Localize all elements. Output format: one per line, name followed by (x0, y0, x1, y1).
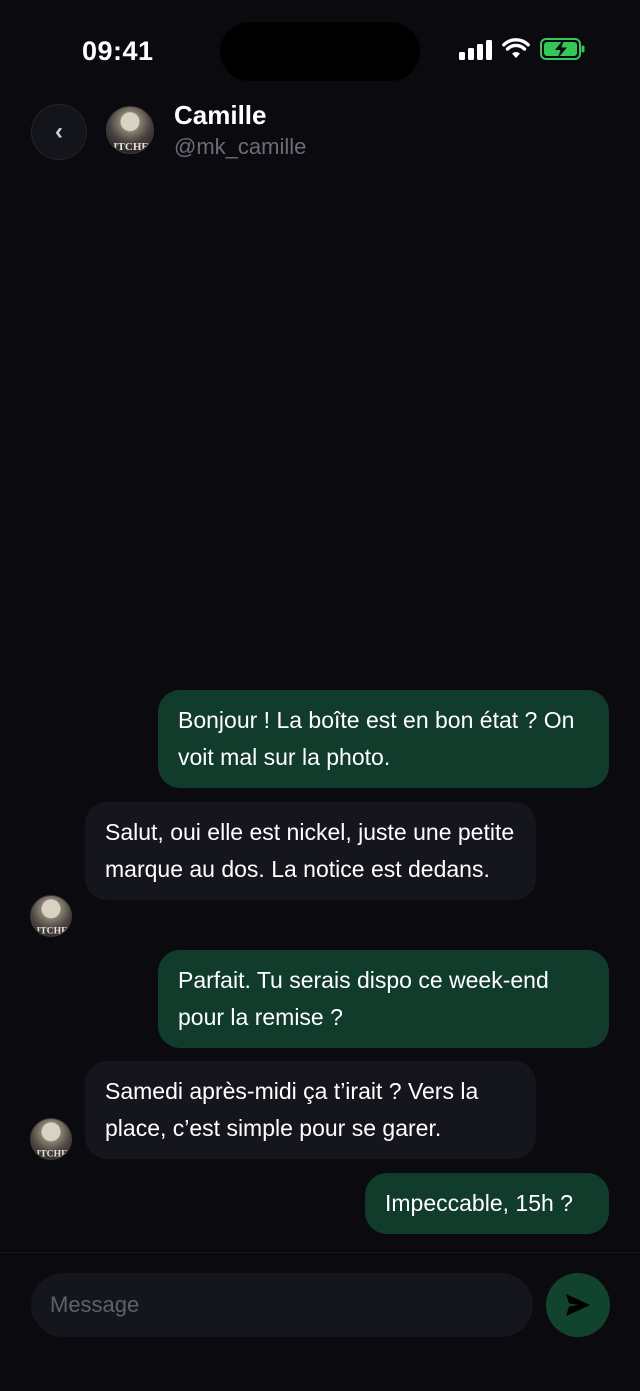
contact-handle: @mk_camille (174, 134, 307, 159)
avatar-image: ITCHE (37, 1149, 68, 1160)
status-bar: 09:41 (0, 0, 640, 100)
message-text: Bonjour ! La boîte est en bon état ? On … (178, 707, 575, 770)
chevron-left-icon: ‹ (55, 118, 63, 145)
message-bubble-outgoing[interactable]: Impeccable, 15h ? (365, 1173, 609, 1234)
chat-screen: 09:41 ‹ ITCHE Camille @mk_camille Bonjou… (0, 0, 640, 1391)
message-text: Impeccable, 15h ? (385, 1190, 573, 1216)
chat-header: ‹ ITCHE Camille @mk_camille (0, 100, 640, 180)
message-text: Salut, oui elle est nickel, juste une pe… (105, 819, 515, 882)
message-text: Samedi après-midi ça t’irait ? Vers la p… (105, 1078, 479, 1141)
avatar-logo-text: ITCHE (37, 1149, 68, 1160)
signal-icon (459, 38, 492, 60)
battery-charging-icon (540, 38, 585, 60)
message-bubble-outgoing[interactable]: Bonjour ! La boîte est en bon état ? On … (158, 690, 609, 788)
message-bubble-incoming[interactable]: Samedi après-midi ça t’irait ? Vers la p… (85, 1061, 536, 1159)
avatar-image: ITCHE (37, 926, 68, 937)
send-button[interactable] (546, 1273, 610, 1337)
wifi-icon (502, 38, 530, 58)
send-icon (566, 1294, 590, 1316)
status-time: 09:41 (82, 36, 154, 66)
status-icons (459, 38, 586, 60)
contact-name: Camille (174, 100, 267, 130)
sender-avatar[interactable]: ITCHE (30, 1118, 72, 1160)
message-text: Parfait. Tu serais dispo ce week-end pou… (178, 967, 549, 1030)
avatar-logo-text: ITCHE (113, 141, 148, 153)
contact-avatar[interactable]: ITCHE (106, 106, 154, 154)
message-bubble-incoming[interactable]: Salut, oui elle est nickel, juste une pe… (85, 802, 536, 900)
avatar-logo-text: ITCHE (37, 926, 68, 937)
message-bubble-outgoing[interactable]: Parfait. Tu serais dispo ce week-end pou… (158, 950, 609, 1048)
dynamic-island (220, 22, 420, 81)
composer-divider (0, 1252, 640, 1253)
avatar-image: ITCHE (113, 141, 148, 153)
sender-avatar[interactable]: ITCHE (30, 895, 72, 937)
message-input[interactable] (31, 1273, 533, 1337)
back-button[interactable]: ‹ (31, 104, 87, 160)
